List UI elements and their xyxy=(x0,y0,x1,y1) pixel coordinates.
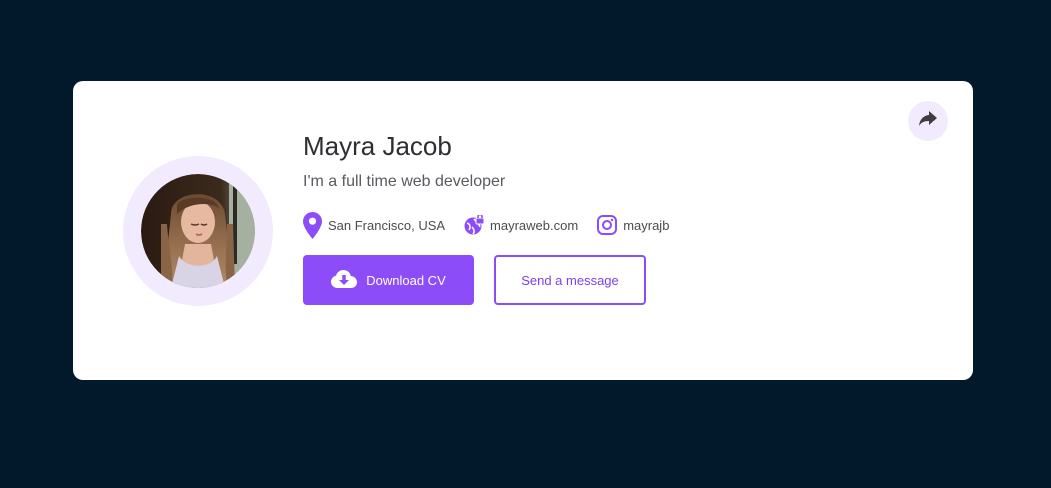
download-cv-button[interactable]: Download CV xyxy=(303,255,474,305)
send-message-label: Send a message xyxy=(521,272,619,288)
location-item: San Francisco, USA xyxy=(303,211,446,239)
globe-lock-icon xyxy=(464,215,490,235)
download-cv-label: Download CV xyxy=(366,272,446,288)
website-link: mayraweb.com xyxy=(490,217,579,233)
send-message-button[interactable]: Send a message xyxy=(494,255,646,305)
share-button[interactable] xyxy=(908,101,948,141)
avatar-ring xyxy=(123,156,273,306)
profile-tagline: I'm a full time web developer xyxy=(303,173,506,190)
website-item[interactable]: mayraweb.com xyxy=(464,215,578,235)
instagram-item[interactable]: mayrajb xyxy=(597,215,669,235)
instagram-handle: mayrajb xyxy=(623,217,670,233)
avatar xyxy=(141,174,255,288)
instagram-icon xyxy=(597,215,623,235)
profile-info: Mayra Jacob I'm a full time web develope… xyxy=(303,129,863,305)
profile-meta: San Francisco, USA mayraweb.com mayrajb xyxy=(303,211,863,239)
cloud-download-icon xyxy=(331,269,366,291)
profile-card: Mayra Jacob I'm a full time web develope… xyxy=(73,81,973,380)
map-pin-icon xyxy=(303,211,328,239)
profile-actions: Download CV Send a message xyxy=(303,255,863,305)
share-icon xyxy=(918,110,938,133)
location-text: San Francisco, USA xyxy=(328,217,446,233)
profile-name: Mayra Jacob xyxy=(303,131,452,161)
